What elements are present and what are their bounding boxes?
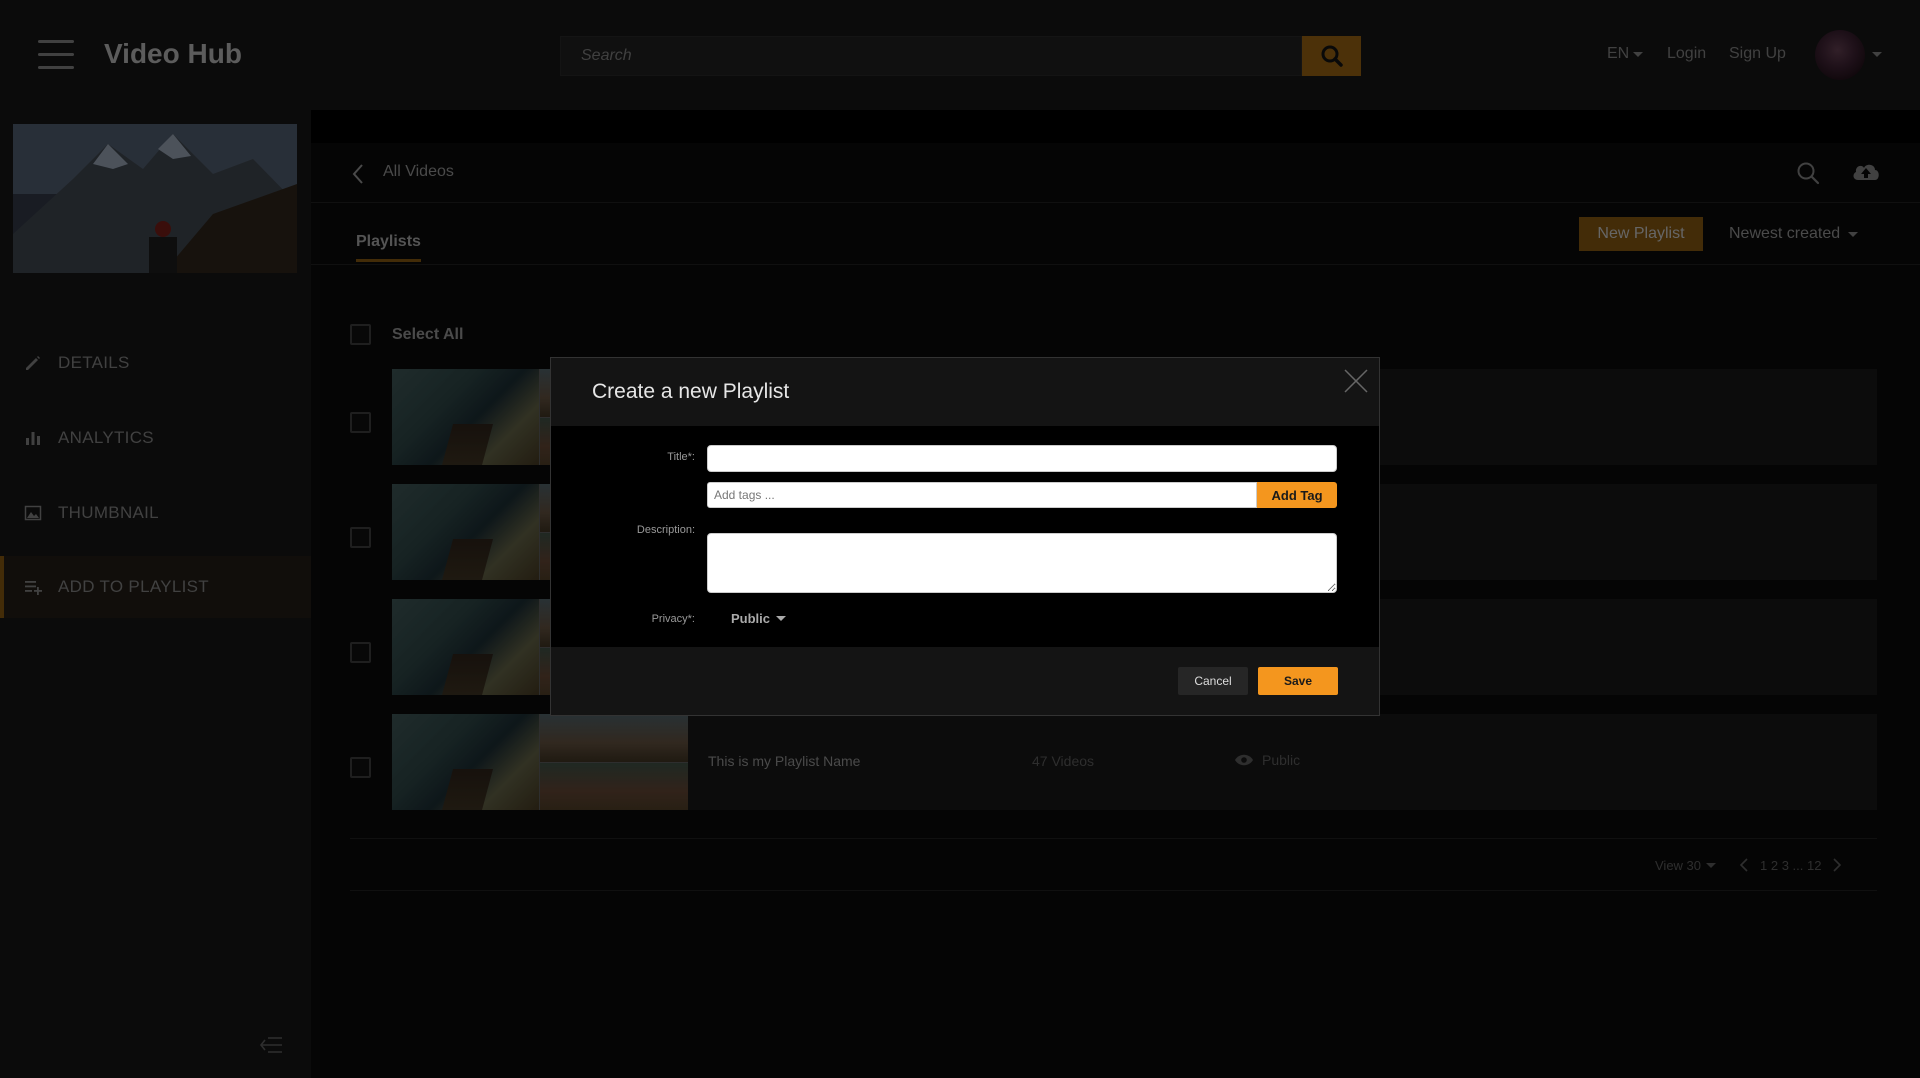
description-label: Description: xyxy=(636,524,695,536)
save-button[interactable]: Save xyxy=(1258,667,1338,695)
modal-title: Create a new Playlist xyxy=(592,380,790,403)
chevron-down-icon xyxy=(776,616,787,621)
close-icon[interactable] xyxy=(1343,368,1369,394)
privacy-value: Public xyxy=(731,611,771,626)
modal-footer: Cancel Save xyxy=(551,647,1379,715)
create-playlist-modal: Create a new Playlist Title*: Add Tag De… xyxy=(550,357,1380,716)
title-input[interactable] xyxy=(707,445,1337,472)
add-tag-button[interactable]: Add Tag xyxy=(1257,482,1337,508)
tags-input[interactable] xyxy=(707,482,1257,508)
description-textarea[interactable] xyxy=(707,533,1337,593)
privacy-label: Privacy*: xyxy=(651,613,695,625)
cancel-button[interactable]: Cancel xyxy=(1178,667,1248,695)
privacy-dropdown[interactable]: Public xyxy=(731,611,787,626)
app-root: Video Hub EN Login Sign Up xyxy=(0,0,1920,1078)
modal-header: Create a new Playlist xyxy=(551,358,1379,426)
title-label: Title*: xyxy=(667,451,695,463)
